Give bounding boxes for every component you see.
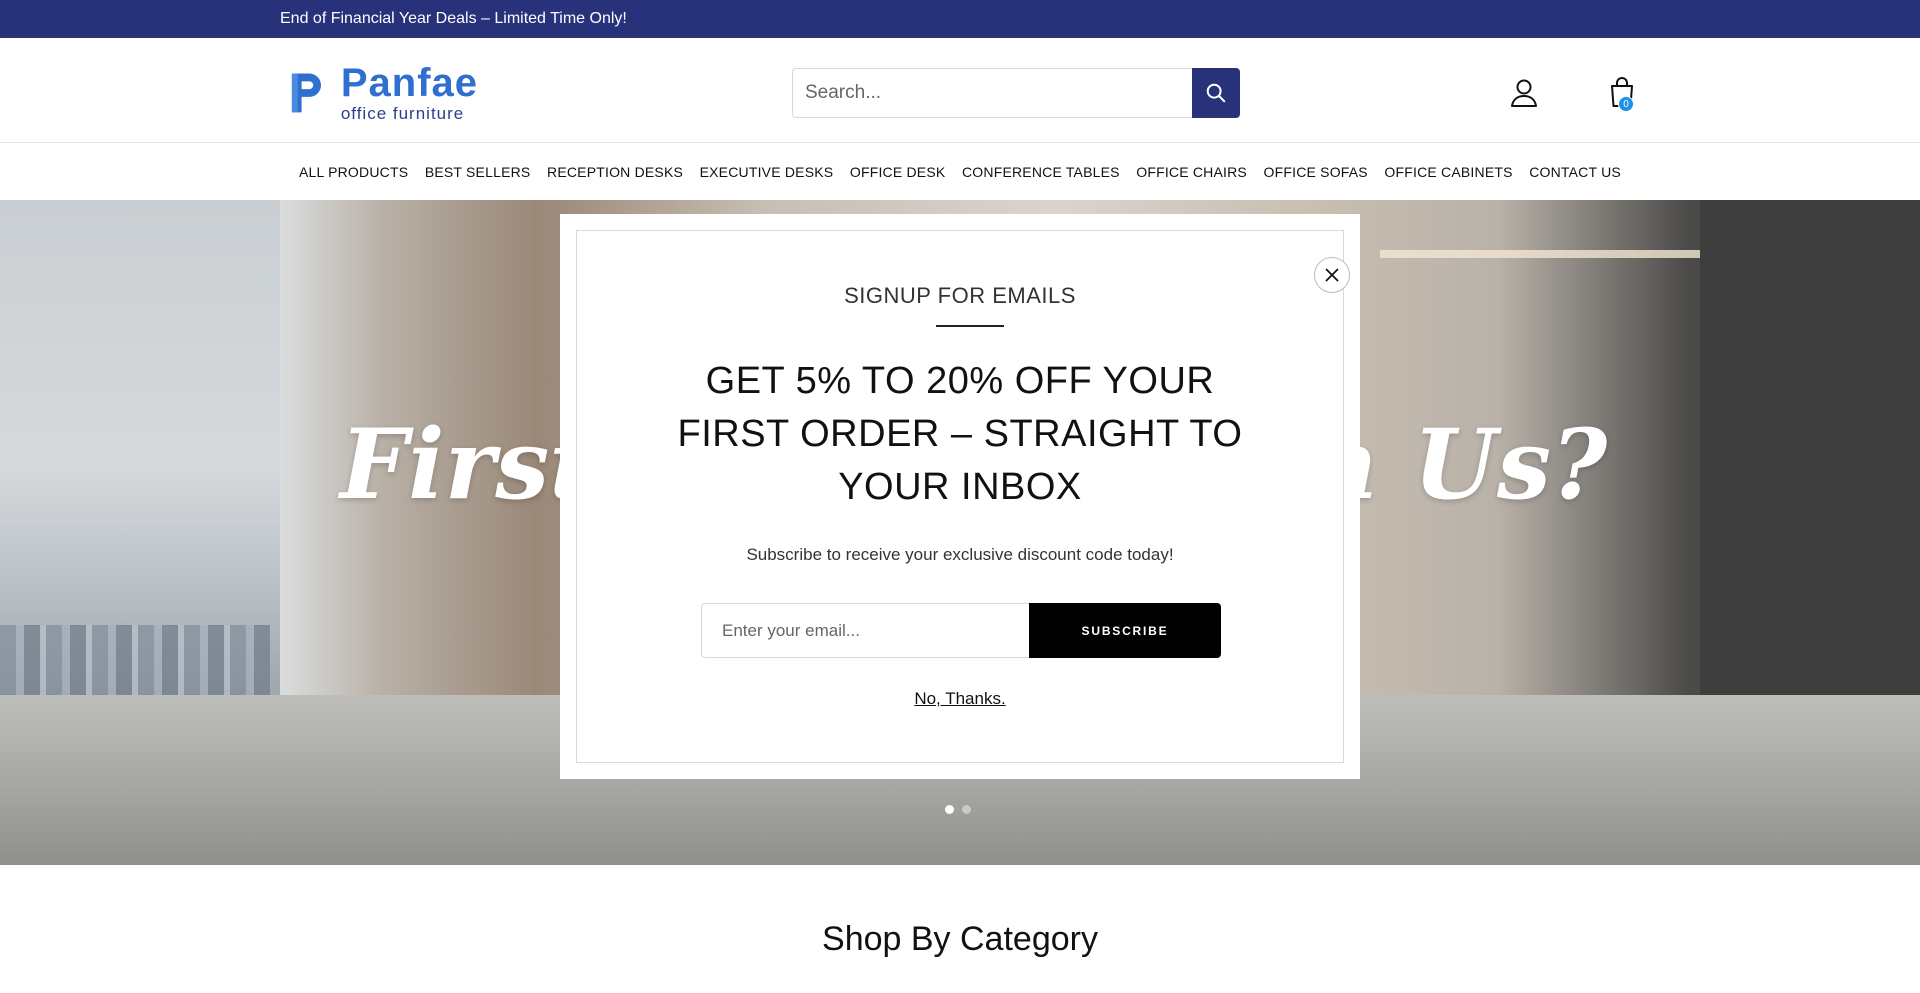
modal-divider	[936, 325, 1004, 327]
no-thanks-link[interactable]: No, Thanks.	[577, 689, 1343, 709]
modal-headline-line: YOUR INBOX	[838, 466, 1082, 508]
email-signup-modal: SIGNUP FOR EMAILS GET 5% TO 20% OFF YOUR…	[560, 214, 1360, 779]
signup-form: SUBSCRIBE	[701, 603, 1221, 658]
popup-overlay: SIGNUP FOR EMAILS GET 5% TO 20% OFF YOUR…	[0, 0, 1920, 993]
modal-subtext: Subscribe to receive your exclusive disc…	[746, 545, 1174, 564]
modal-frame: SIGNUP FOR EMAILS GET 5% TO 20% OFF YOUR…	[576, 230, 1350, 763]
modal-headline-line: GET 5% TO 20% OFF YOUR	[705, 360, 1215, 402]
email-field[interactable]	[701, 603, 1029, 658]
close-icon	[1325, 268, 1339, 282]
modal-kicker: SIGNUP FOR EMAILS	[844, 283, 1076, 308]
modal-headline-line: FIRST ORDER – STRAIGHT TO	[677, 413, 1243, 455]
modal-headline: GET 5% TO 20% OFF YOUR FIRST ORDER – STR…	[577, 355, 1343, 514]
subscribe-button[interactable]: SUBSCRIBE	[1029, 603, 1221, 658]
